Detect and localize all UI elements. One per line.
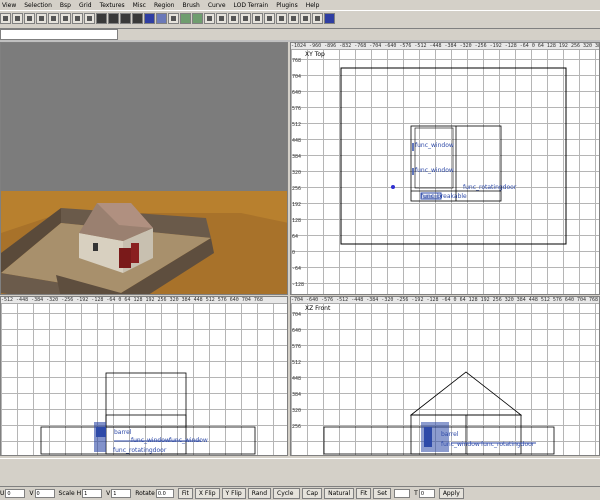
patch-icon[interactable] bbox=[252, 13, 263, 24]
entity-label: func_window bbox=[415, 142, 454, 149]
entity-label: func_rotatingdoor bbox=[463, 184, 517, 191]
command-input[interactable] bbox=[0, 29, 118, 40]
show-patches-icon[interactable] bbox=[312, 13, 323, 24]
texture-view-icon[interactable] bbox=[204, 13, 215, 24]
menu-misc[interactable]: Misc bbox=[133, 2, 146, 9]
menu-curve[interactable]: Curve bbox=[208, 2, 226, 9]
scale-v-label: V bbox=[106, 490, 111, 497]
scale-h-input[interactable]: 1 bbox=[82, 489, 103, 498]
surface-inspector-bar: U 0 V 0 Scale H 1 V 1 Rotate 0.0 Fit X F… bbox=[0, 486, 600, 500]
entity-label: func_window bbox=[415, 167, 454, 174]
rotate-label: Rotate bbox=[135, 490, 155, 497]
entity-label: func_window bbox=[441, 441, 480, 448]
entity-view-icon[interactable] bbox=[240, 13, 251, 24]
select-touching-icon[interactable] bbox=[108, 13, 119, 24]
x-flip-button[interactable]: X Flip bbox=[194, 488, 220, 499]
camera-viewport[interactable] bbox=[0, 42, 288, 295]
flip-x-icon[interactable] bbox=[24, 13, 35, 24]
menu-bar: View Selection Bsp Grid Textures Misc Re… bbox=[0, 0, 600, 11]
rotate-y-icon[interactable] bbox=[72, 13, 83, 24]
t-label: T bbox=[414, 490, 418, 497]
patch-fit-button[interactable]: Fit bbox=[356, 488, 372, 499]
u-shift-input[interactable]: 0 bbox=[5, 489, 26, 498]
select-partial-tall-icon[interactable] bbox=[120, 13, 131, 24]
entity-label: barrel bbox=[114, 429, 132, 436]
toolbar bbox=[0, 11, 600, 29]
rotate-z-icon[interactable] bbox=[84, 13, 95, 24]
menu-view[interactable]: View bbox=[2, 2, 16, 9]
csg-merge-icon[interactable] bbox=[156, 13, 167, 24]
hollow-icon[interactable] bbox=[168, 13, 179, 24]
cap-button[interactable]: Cap bbox=[302, 488, 323, 499]
change-view-icon[interactable] bbox=[192, 13, 203, 24]
rotate-group: Rotate 0.0 bbox=[135, 489, 174, 498]
entity-label: func_rotatingdoor bbox=[481, 441, 535, 448]
entity-label: func_window bbox=[131, 437, 170, 444]
fit-button[interactable]: Fit bbox=[177, 488, 193, 499]
front-viewport[interactable]: -704 -640 -576 -512 -448 -384 -320 -256 … bbox=[290, 296, 600, 456]
camera-movement-icon[interactable] bbox=[228, 13, 239, 24]
open-icon[interactable] bbox=[0, 13, 11, 24]
menu-brush[interactable]: Brush bbox=[182, 2, 199, 9]
show-axis-icon[interactable] bbox=[324, 13, 335, 24]
save-icon[interactable] bbox=[12, 13, 23, 24]
menu-selection[interactable]: Selection bbox=[24, 2, 52, 9]
y-flip-button[interactable]: Y Flip bbox=[221, 488, 246, 499]
natural-button[interactable]: Natural bbox=[324, 488, 355, 499]
menu-plugins[interactable]: Plugins bbox=[276, 2, 298, 9]
rand-button[interactable]: Rand bbox=[247, 488, 272, 499]
cubic-clip-icon[interactable] bbox=[216, 13, 227, 24]
set-input[interactable] bbox=[394, 489, 411, 498]
menu-grid[interactable]: Grid bbox=[79, 2, 92, 9]
v-shift-input[interactable]: 0 bbox=[34, 489, 55, 498]
status-area bbox=[0, 458, 600, 486]
cycle-button[interactable]: Cycle bbox=[273, 488, 301, 499]
set-button[interactable]: Set bbox=[373, 488, 392, 499]
scale-v-input[interactable]: 1 bbox=[111, 489, 132, 498]
entity-label: func_window bbox=[169, 437, 208, 444]
rotate-input[interactable]: 0.0 bbox=[155, 489, 174, 498]
apply-button[interactable]: Apply bbox=[438, 488, 464, 499]
t-input[interactable]: 0 bbox=[418, 489, 435, 498]
menu-textures[interactable]: Textures bbox=[100, 2, 125, 9]
menu-lod-terrain[interactable]: LOD Terrain bbox=[234, 2, 269, 9]
side-viewport[interactable]: -512 -448 -384 -320 -256 -192 -128 -64 0… bbox=[0, 296, 288, 456]
u-shift-group: U 0 bbox=[0, 489, 26, 498]
select-inside-icon[interactable] bbox=[132, 13, 143, 24]
menu-region[interactable]: Region bbox=[154, 2, 175, 9]
entity-label: func_rotatingdoor bbox=[113, 447, 167, 454]
patch-weld-icon[interactable] bbox=[276, 13, 287, 24]
patch-bend-icon[interactable] bbox=[264, 13, 275, 24]
csg-subtract-icon[interactable] bbox=[144, 13, 155, 24]
clipper-icon[interactable] bbox=[180, 13, 191, 24]
rotate-x-icon[interactable] bbox=[60, 13, 71, 24]
entity-label: barrel bbox=[441, 431, 459, 438]
show-entities-icon[interactable] bbox=[300, 13, 311, 24]
v-label: V bbox=[29, 490, 34, 497]
t-group: T 0 bbox=[414, 489, 435, 498]
patch-drill-icon[interactable] bbox=[288, 13, 299, 24]
scale-h-label: Scale H bbox=[58, 490, 82, 497]
u-label: U bbox=[0, 490, 5, 497]
menu-help[interactable]: Help bbox=[306, 2, 320, 9]
scale-v-group: V 1 bbox=[106, 489, 132, 498]
top-viewport[interactable]: -1024 -960 -896 -832 -768 -704 -640 -576… bbox=[290, 42, 600, 295]
v-shift-group: V 0 bbox=[29, 489, 55, 498]
flip-y-icon[interactable] bbox=[36, 13, 47, 24]
select-complete-tall-icon[interactable] bbox=[96, 13, 107, 24]
scale-h-group: Scale H 1 bbox=[59, 489, 103, 498]
flip-z-icon[interactable] bbox=[48, 13, 59, 24]
menu-bsp[interactable]: Bsp bbox=[60, 2, 71, 9]
entity-label: func_breakable bbox=[421, 193, 467, 200]
